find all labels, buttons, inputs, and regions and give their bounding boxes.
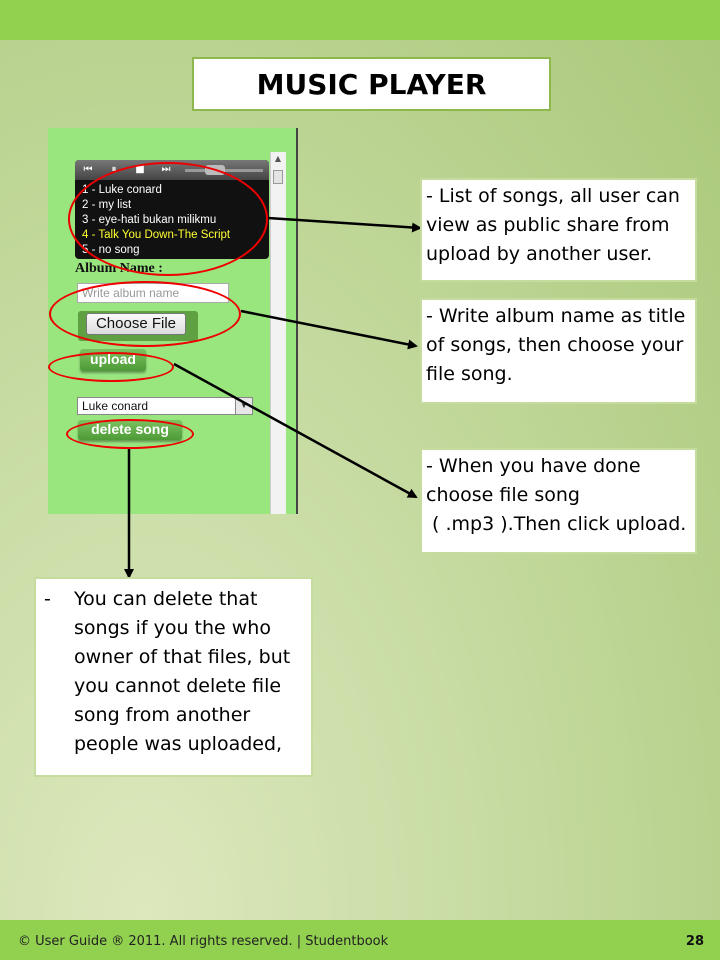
page-number: 28: [685, 934, 704, 949]
footer-copyright: © User Guide ® 2011. All rights reserved…: [18, 934, 389, 949]
scroll-thumb[interactable]: [273, 170, 283, 184]
highlight-ellipse-upload: [48, 352, 174, 382]
song-select-value: Luke conard: [82, 399, 149, 413]
song-select[interactable]: Luke conard ▼: [77, 397, 253, 415]
dropdown-arrow-icon[interactable]: ▼: [235, 398, 252, 414]
callout-song-list: - List of songs, all user can view as pu…: [420, 178, 697, 282]
highlight-ellipse-songs: [68, 162, 268, 276]
callout-delete-text: You can delete that songs if you the who…: [74, 588, 291, 755]
page-title: MUSIC PLAYER: [192, 57, 551, 111]
previous-icon[interactable]: ⏮: [79, 163, 97, 177]
callout-upload: - When you have done choose file song ( …: [420, 448, 697, 554]
callout-delete-dash: -: [44, 588, 51, 610]
top-bar: [0, 0, 720, 40]
scroll-up-arrow-icon[interactable]: ▲: [271, 154, 285, 163]
scrollbar[interactable]: ▲: [270, 152, 286, 514]
highlight-ellipse-album: [49, 281, 241, 347]
highlight-ellipse-delete: [66, 419, 194, 449]
panel-divider: [296, 128, 298, 514]
callout-delete: - You can delete that songs if you the w…: [34, 577, 313, 777]
callout-album-name: - Write album name as title of songs, th…: [420, 298, 697, 404]
